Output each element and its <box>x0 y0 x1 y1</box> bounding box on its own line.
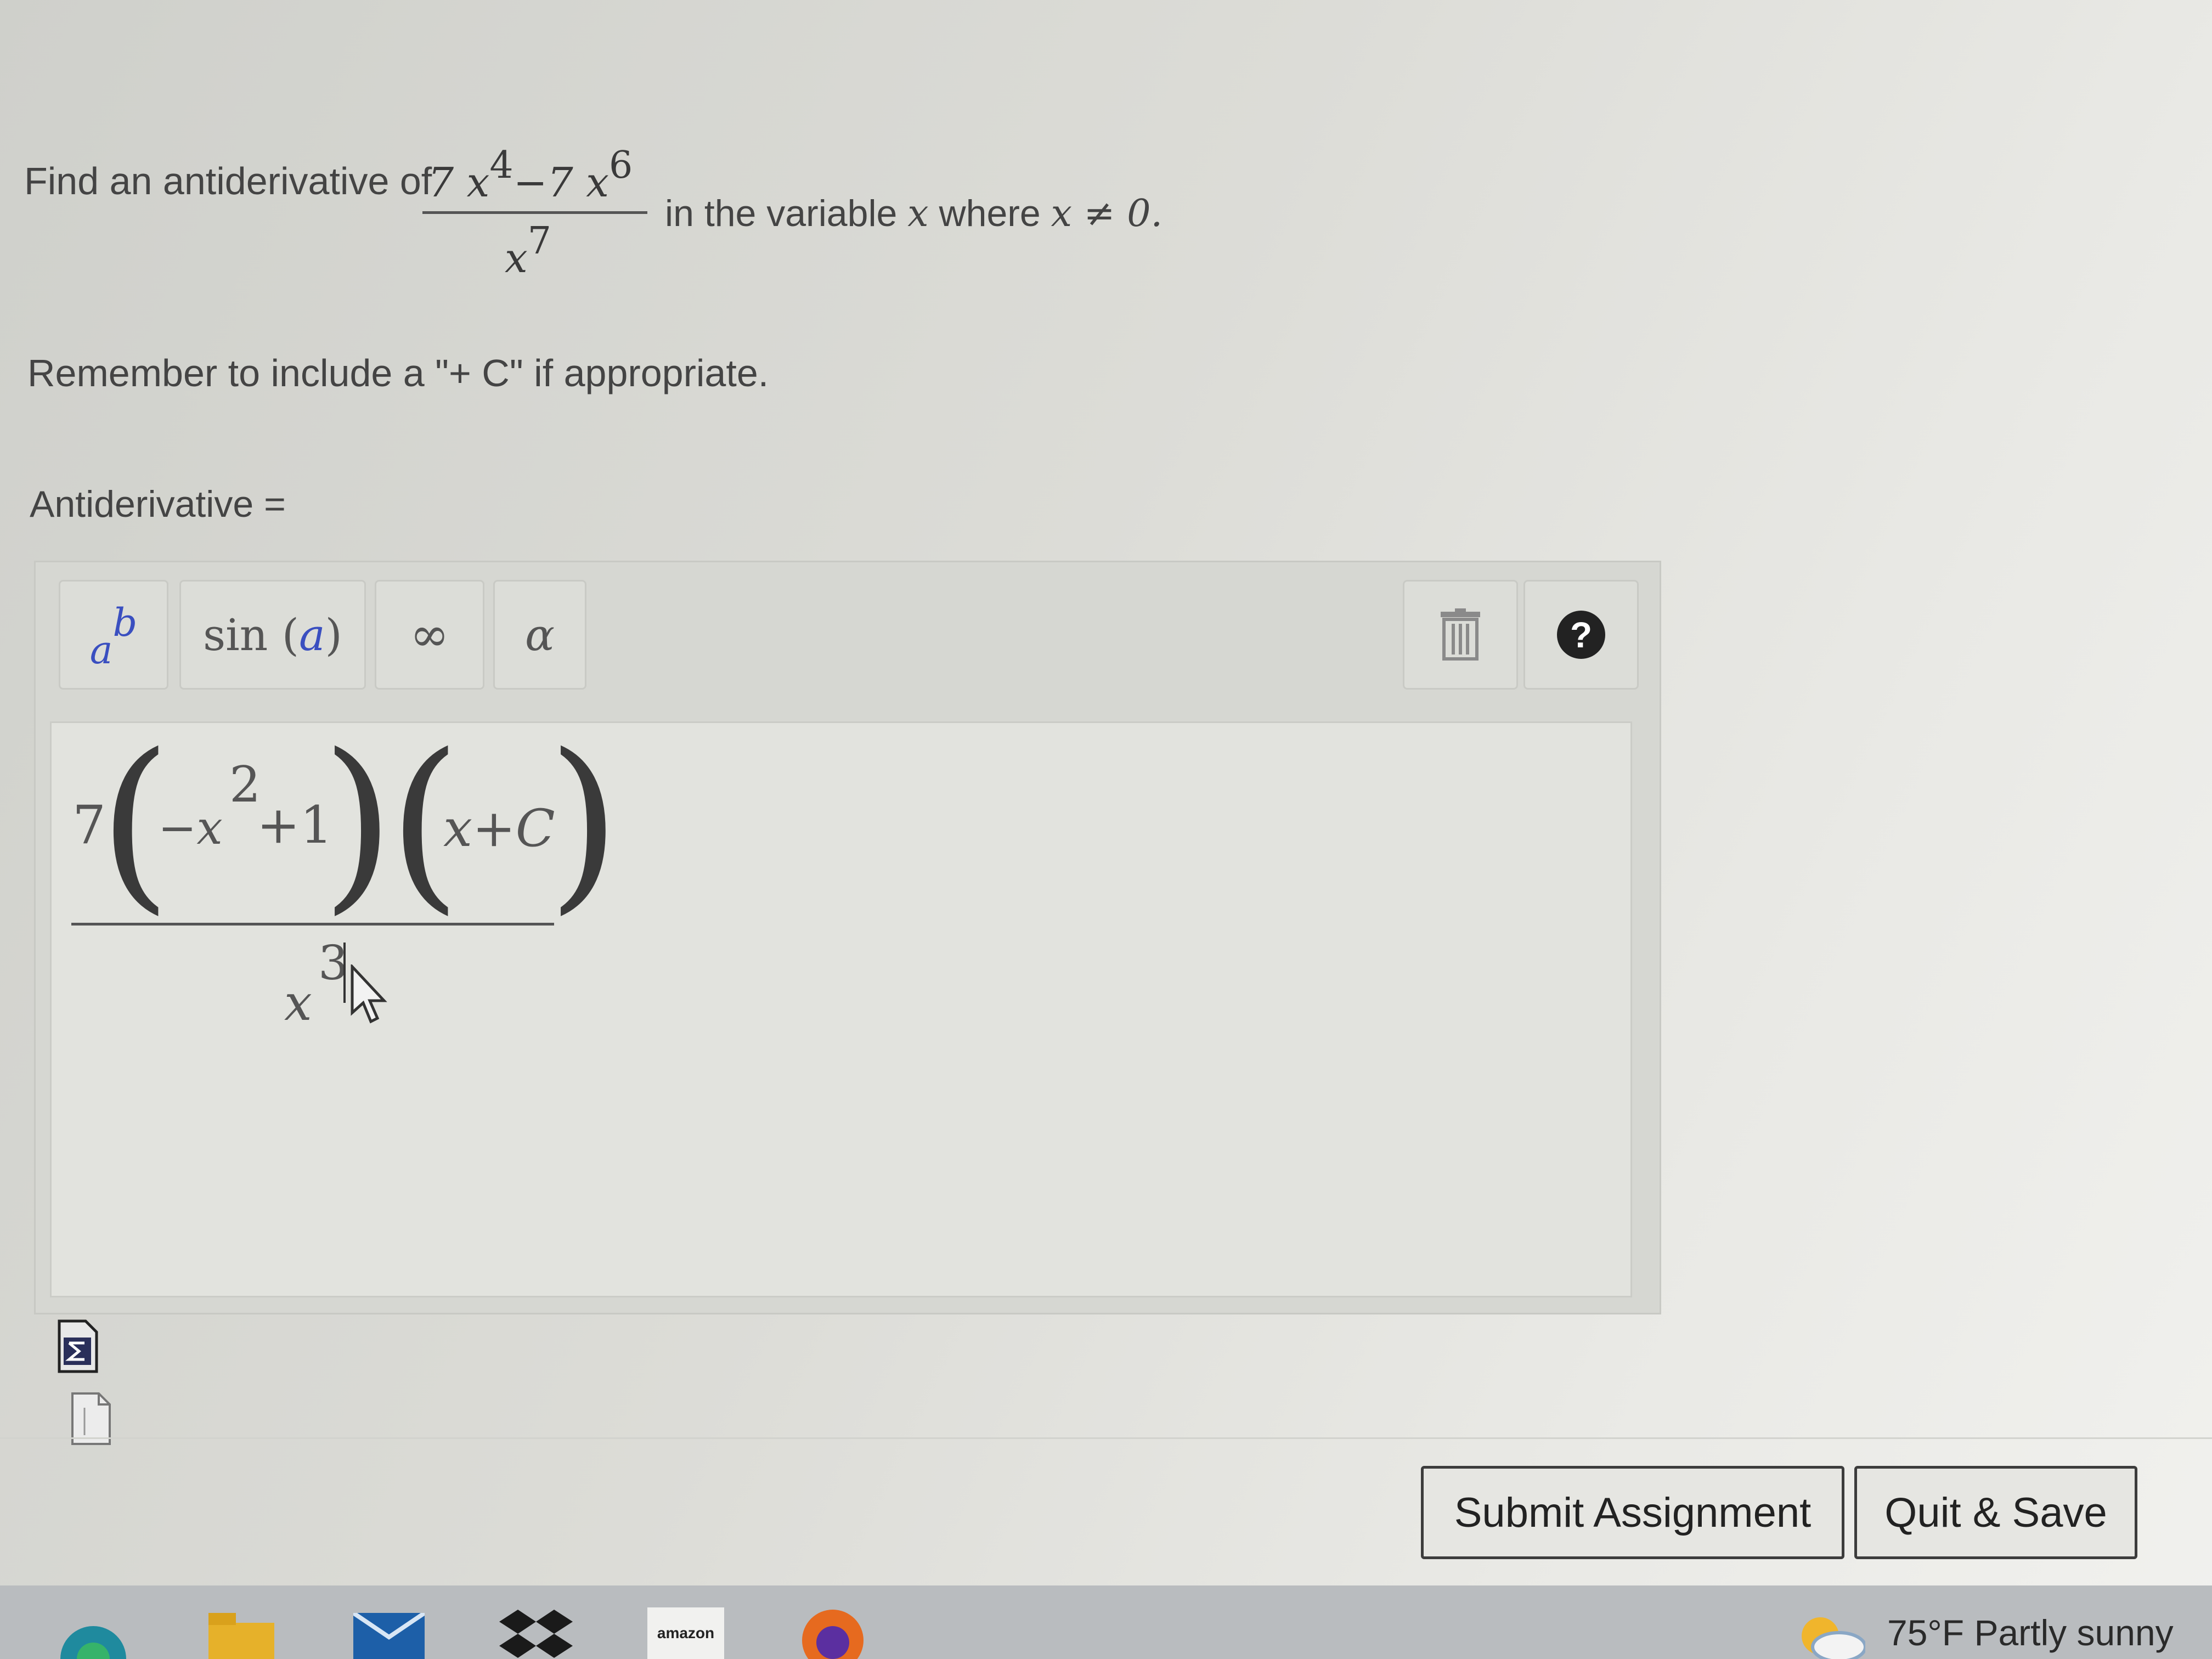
infinity-button[interactable]: ∞ <box>375 580 484 690</box>
numerator-exp1: 4 <box>489 144 514 187</box>
numerator-var2: x <box>586 159 609 206</box>
firefox-icon[interactable] <box>799 1606 867 1659</box>
denominator-exp: 7 <box>527 219 551 263</box>
fraction-bar <box>422 211 647 214</box>
answer-fraction-bar <box>71 923 554 926</box>
tail-where: where <box>939 193 1041 234</box>
fraction-numerator: 7 x4−7 x6 <box>428 144 633 206</box>
answer-denominator-var: x <box>284 974 312 1032</box>
weather-text: 75°F Partly sunny <box>1887 1612 2174 1653</box>
right-paren-2: ) <box>548 714 620 932</box>
numerator-exp2: 6 <box>608 144 633 187</box>
amazon-app-icon[interactable]: amazon <box>647 1607 724 1659</box>
answer-term1: −x <box>158 801 223 855</box>
mouse-pointer-icon <box>351 964 387 1024</box>
answer-label: Antiderivative = <box>30 483 286 525</box>
equation-editor-icon[interactable] <box>57 1319 99 1376</box>
power-exponent: b <box>112 600 138 645</box>
answer-input[interactable]: 7 ( −x 2 +1 ) ( x+C ) x 3 <box>50 721 1632 1297</box>
answer-term1-exponent: 2 <box>229 756 261 814</box>
amazon-label: amazon <box>657 1624 715 1641</box>
denominator-var: x <box>505 235 528 282</box>
sin-label: sin ( <box>203 609 299 661</box>
power-base: a <box>89 628 113 673</box>
fraction-denominator: x7 <box>505 219 551 282</box>
reminder-text: Remember to include a "+ C" if appropria… <box>27 352 769 394</box>
right-paren-1: ) <box>321 714 394 932</box>
sin-function-button[interactable]: sin (a) <box>179 580 366 690</box>
help-button[interactable]: ? <box>1523 580 1639 690</box>
question-intro: Find an antiderivative of <box>24 160 432 202</box>
alpha-symbol: α <box>524 609 555 661</box>
document-icon[interactable] <box>70 1391 112 1449</box>
help-icon: ? <box>1557 611 1605 659</box>
dropbox-icon[interactable] <box>499 1610 573 1659</box>
answer-term2: x+C <box>443 799 555 859</box>
answer-expression: 7 ( −x 2 +1 ) ( x+C ) x 3 <box>65 730 620 1063</box>
edge-browser-icon[interactable] <box>55 1610 132 1659</box>
math-editor: ab sin (a) ∞ α ? 7 ( −x 2 +1 ) ( x+C) x… <box>34 561 1661 1314</box>
quit-and-save-button[interactable]: Quit & Save <box>1854 1466 2137 1559</box>
sin-close: ) <box>325 609 342 661</box>
tail-text: in the variable <box>665 193 898 234</box>
trash-icon <box>1441 608 1480 661</box>
submit-assignment-button[interactable]: Submit Assignment <box>1421 1466 1844 1559</box>
question-tail: in the variable x where x ≠ 0. <box>665 192 1163 235</box>
tail-condition: x ≠ 0. <box>1051 192 1163 235</box>
sin-arg: a <box>298 609 325 661</box>
numerator-minus: −7 <box>513 159 573 206</box>
numerator-var1: x <box>466 159 490 206</box>
infinity-symbol: ∞ <box>410 607 449 662</box>
taskbar: amazon 75°F Partly sunny <box>0 1585 2212 1659</box>
file-explorer-icon[interactable] <box>208 1613 274 1659</box>
numerator-coef: 7 <box>428 159 454 206</box>
weather-partly-sunny-icon <box>1802 1617 1865 1659</box>
footer-divider <box>0 1437 2212 1439</box>
mail-icon[interactable] <box>353 1613 425 1659</box>
greek-letters-button[interactable]: α <box>493 580 586 690</box>
clear-button[interactable] <box>1403 580 1518 690</box>
power-button[interactable]: ab <box>59 580 168 690</box>
tail-variable: x <box>907 192 929 235</box>
text-caret <box>343 943 346 1003</box>
